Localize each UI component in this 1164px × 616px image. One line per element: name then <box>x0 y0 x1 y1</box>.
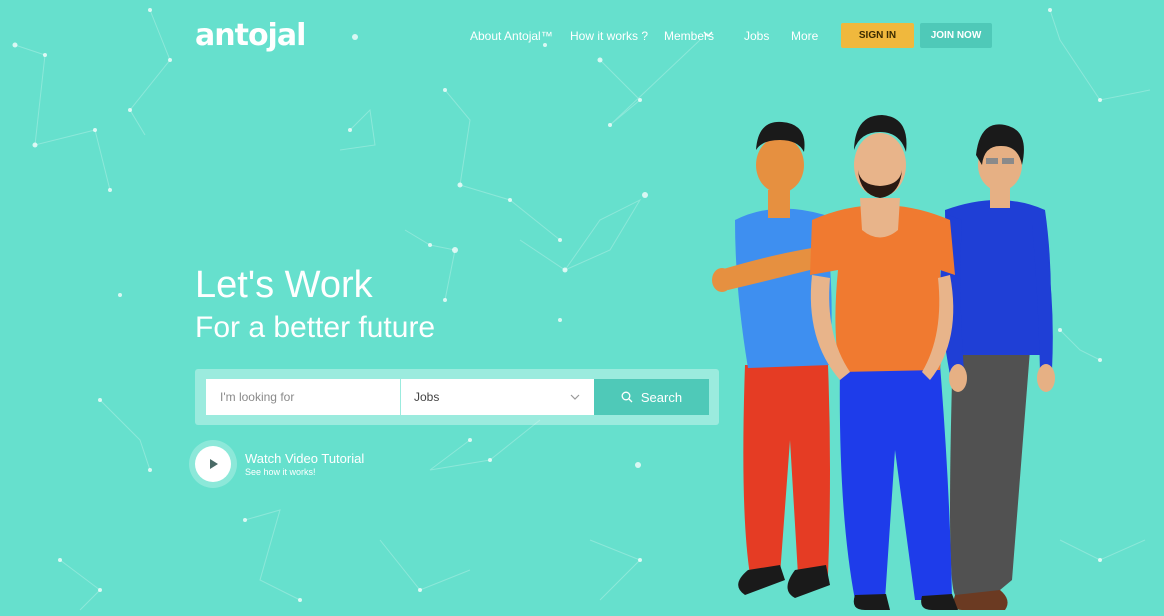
video-tutorial-title[interactable]: Watch Video Tutorial <box>245 451 364 466</box>
video-tutorial-subtitle: See how it works! <box>245 467 316 477</box>
search-button[interactable]: Search <box>594 379 709 415</box>
brand-logo[interactable]: antojal <box>195 18 306 53</box>
sign-in-button[interactable]: SIGN IN <box>841 23 914 48</box>
nav-item-about[interactable]: About Antojal™ <box>470 29 553 43</box>
hero-subtitle: For a better future <box>195 311 436 344</box>
hero-title: Let's Work <box>195 264 373 306</box>
chevron-down-icon[interactable] <box>703 29 713 39</box>
nav-item-jobs[interactable]: Jobs <box>744 29 769 43</box>
category-select[interactable]: Jobs <box>401 379 594 415</box>
nav-item-how-it-works[interactable]: How it works ? <box>570 29 648 43</box>
search-button-label: Search <box>640 389 683 405</box>
search-bar: Jobs Search <box>195 369 719 425</box>
person-left <box>712 121 832 598</box>
join-now-button[interactable]: JOIN NOW <box>920 23 992 48</box>
play-video-button[interactable] <box>195 446 231 482</box>
person-middle <box>810 115 958 610</box>
nav-item-more[interactable]: More <box>791 29 818 43</box>
play-icon <box>210 459 218 469</box>
chevron-down-icon <box>570 394 580 400</box>
people-illustration <box>712 115 1055 610</box>
category-select-value: Jobs <box>414 390 440 404</box>
search-icon <box>621 391 633 403</box>
search-input[interactable] <box>206 379 400 415</box>
person-right <box>940 124 1055 610</box>
